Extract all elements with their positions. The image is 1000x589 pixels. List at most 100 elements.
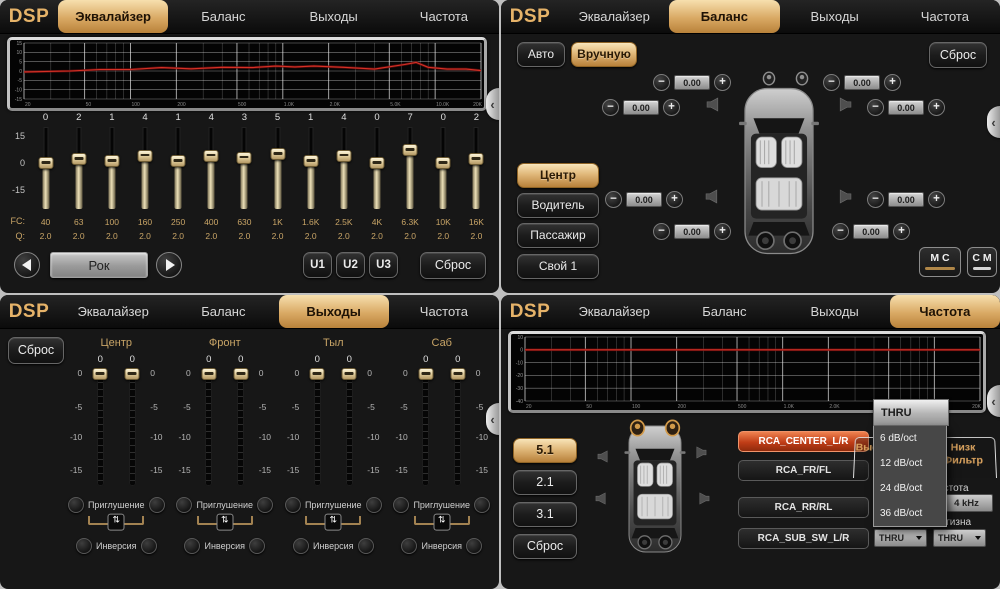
link-channels-icon[interactable] bbox=[216, 514, 233, 531]
panel-slide-handle[interactable] bbox=[486, 403, 499, 435]
eq-band-slider[interactable] bbox=[195, 125, 228, 213]
link-channels-icon[interactable] bbox=[433, 514, 450, 531]
tab-equalizer[interactable]: Эквалайзер bbox=[58, 0, 168, 33]
mute-right-button[interactable] bbox=[366, 497, 382, 513]
mc-unit-button[interactable]: M C bbox=[919, 247, 961, 277]
invert-left-button[interactable] bbox=[76, 538, 92, 554]
slider-thumb[interactable] bbox=[310, 368, 325, 380]
tab-balance[interactable]: Баланс bbox=[168, 295, 278, 328]
mute-left-button[interactable] bbox=[68, 497, 84, 513]
rca-channel-4-button[interactable]: RCA_SUB_SW_L/R bbox=[738, 528, 869, 549]
balance-preset-3-button[interactable]: Пассажир bbox=[517, 223, 599, 248]
rca-channel-3-button[interactable]: RCA_RR/RL bbox=[738, 497, 869, 518]
minus-button[interactable]: − bbox=[653, 74, 670, 91]
minus-button[interactable]: − bbox=[605, 191, 622, 208]
slider-thumb[interactable] bbox=[369, 157, 384, 169]
invert-right-button[interactable] bbox=[358, 538, 374, 554]
invert-right-button[interactable] bbox=[466, 538, 482, 554]
slider-thumb[interactable] bbox=[303, 155, 318, 167]
slider-thumb[interactable] bbox=[450, 368, 465, 380]
tab-frequency[interactable]: Частота bbox=[389, 295, 499, 328]
slider-thumb[interactable] bbox=[436, 157, 451, 169]
invert-right-button[interactable] bbox=[141, 538, 157, 554]
plus-button[interactable]: + bbox=[663, 99, 680, 116]
plus-button[interactable]: + bbox=[928, 191, 945, 208]
frequency-reset-button[interactable]: Сброс bbox=[513, 534, 577, 559]
slope-dropdown-selected[interactable]: THRU bbox=[873, 399, 949, 426]
rca-channel-1-button[interactable]: RCA_CENTER_L/R bbox=[738, 431, 869, 452]
invert-left-button[interactable] bbox=[293, 538, 309, 554]
eq-band-slider[interactable] bbox=[360, 125, 393, 213]
slider-thumb[interactable] bbox=[171, 155, 186, 167]
panel-slide-handle[interactable] bbox=[486, 88, 499, 120]
tab-frequency[interactable]: Частота bbox=[890, 0, 1000, 33]
mute-right-button[interactable] bbox=[149, 497, 165, 513]
preset-display[interactable]: Рок bbox=[50, 252, 148, 278]
panel-slide-handle[interactable] bbox=[987, 106, 1000, 138]
user-preset-1-button[interactable]: U1 bbox=[303, 252, 332, 278]
cm-unit-button[interactable]: C M bbox=[967, 247, 997, 277]
eq-band-slider[interactable] bbox=[29, 125, 62, 213]
slider-thumb[interactable] bbox=[71, 153, 86, 165]
slider-thumb[interactable] bbox=[204, 150, 219, 162]
plus-button[interactable]: + bbox=[928, 99, 945, 116]
mode-5.1-button[interactable]: 5.1 bbox=[513, 438, 577, 463]
balance-preset-4-button[interactable]: Свой 1 bbox=[517, 254, 599, 279]
slope-option[interactable]: 12 dB/oct bbox=[874, 451, 946, 476]
tab-outputs[interactable]: Выходы bbox=[780, 295, 890, 328]
output-slider[interactable] bbox=[346, 368, 353, 486]
slider-thumb[interactable] bbox=[93, 368, 108, 380]
outputs-reset-button[interactable]: Сброс bbox=[8, 337, 64, 364]
slope-option[interactable]: 24 dB/oct bbox=[874, 476, 946, 501]
slider-thumb[interactable] bbox=[336, 150, 351, 162]
slider-thumb[interactable] bbox=[403, 144, 418, 156]
minus-button[interactable]: − bbox=[867, 191, 884, 208]
slider-thumb[interactable] bbox=[233, 368, 248, 380]
tab-outputs[interactable]: Выходы bbox=[279, 295, 389, 328]
minus-button[interactable]: − bbox=[832, 223, 849, 240]
slider-thumb[interactable] bbox=[418, 368, 433, 380]
tab-outputs[interactable]: Выходы bbox=[279, 0, 389, 33]
mute-right-button[interactable] bbox=[257, 497, 273, 513]
tab-equalizer[interactable]: Эквалайзер bbox=[559, 295, 669, 328]
rca-channel-2-button[interactable]: RCA_FR/FL bbox=[738, 460, 869, 481]
invert-right-button[interactable] bbox=[249, 538, 265, 554]
plus-button[interactable]: + bbox=[884, 74, 901, 91]
mute-right-button[interactable] bbox=[474, 497, 490, 513]
plus-button[interactable]: + bbox=[666, 191, 683, 208]
tab-balance[interactable]: Баланс bbox=[669, 295, 779, 328]
eq-band-slider[interactable] bbox=[427, 125, 460, 213]
output-slider[interactable] bbox=[454, 368, 461, 486]
mute-left-button[interactable] bbox=[285, 497, 301, 513]
eq-band-slider[interactable] bbox=[62, 125, 95, 213]
minus-button[interactable]: − bbox=[602, 99, 619, 116]
slider-thumb[interactable] bbox=[104, 155, 119, 167]
tab-equalizer[interactable]: Эквалайзер bbox=[58, 295, 168, 328]
link-channels-icon[interactable] bbox=[325, 514, 342, 531]
lp-slope-select[interactable]: THRU bbox=[933, 529, 986, 547]
invert-left-button[interactable] bbox=[184, 538, 200, 554]
eq-band-slider[interactable] bbox=[95, 125, 128, 213]
hp-slope-select[interactable]: THRU bbox=[874, 529, 927, 547]
mode-3.1-button[interactable]: 3.1 bbox=[513, 502, 577, 527]
slider-thumb[interactable] bbox=[469, 153, 484, 165]
eq-reset-button[interactable]: Сброс bbox=[420, 252, 486, 279]
minus-button[interactable]: − bbox=[867, 99, 884, 116]
minus-button[interactable]: − bbox=[823, 74, 840, 91]
eq-band-slider[interactable] bbox=[228, 125, 261, 213]
mute-left-button[interactable] bbox=[176, 497, 192, 513]
plus-button[interactable]: + bbox=[893, 223, 910, 240]
slope-option[interactable]: 6 dB/oct bbox=[874, 426, 946, 451]
balance-preset-2-button[interactable]: Водитель bbox=[517, 193, 599, 218]
manual-button[interactable]: Вручную bbox=[571, 42, 637, 67]
tab-frequency[interactable]: Частота bbox=[389, 0, 499, 33]
tab-balance[interactable]: Баланс bbox=[168, 0, 278, 33]
plus-button[interactable]: + bbox=[714, 223, 731, 240]
eq-band-slider[interactable] bbox=[261, 125, 294, 213]
output-slider[interactable] bbox=[129, 368, 136, 486]
output-slider[interactable] bbox=[314, 368, 321, 486]
slider-thumb[interactable] bbox=[38, 157, 53, 169]
minus-button[interactable]: − bbox=[653, 223, 670, 240]
tab-balance[interactable]: Баланс bbox=[669, 0, 779, 33]
tab-equalizer[interactable]: Эквалайзер bbox=[559, 0, 669, 33]
